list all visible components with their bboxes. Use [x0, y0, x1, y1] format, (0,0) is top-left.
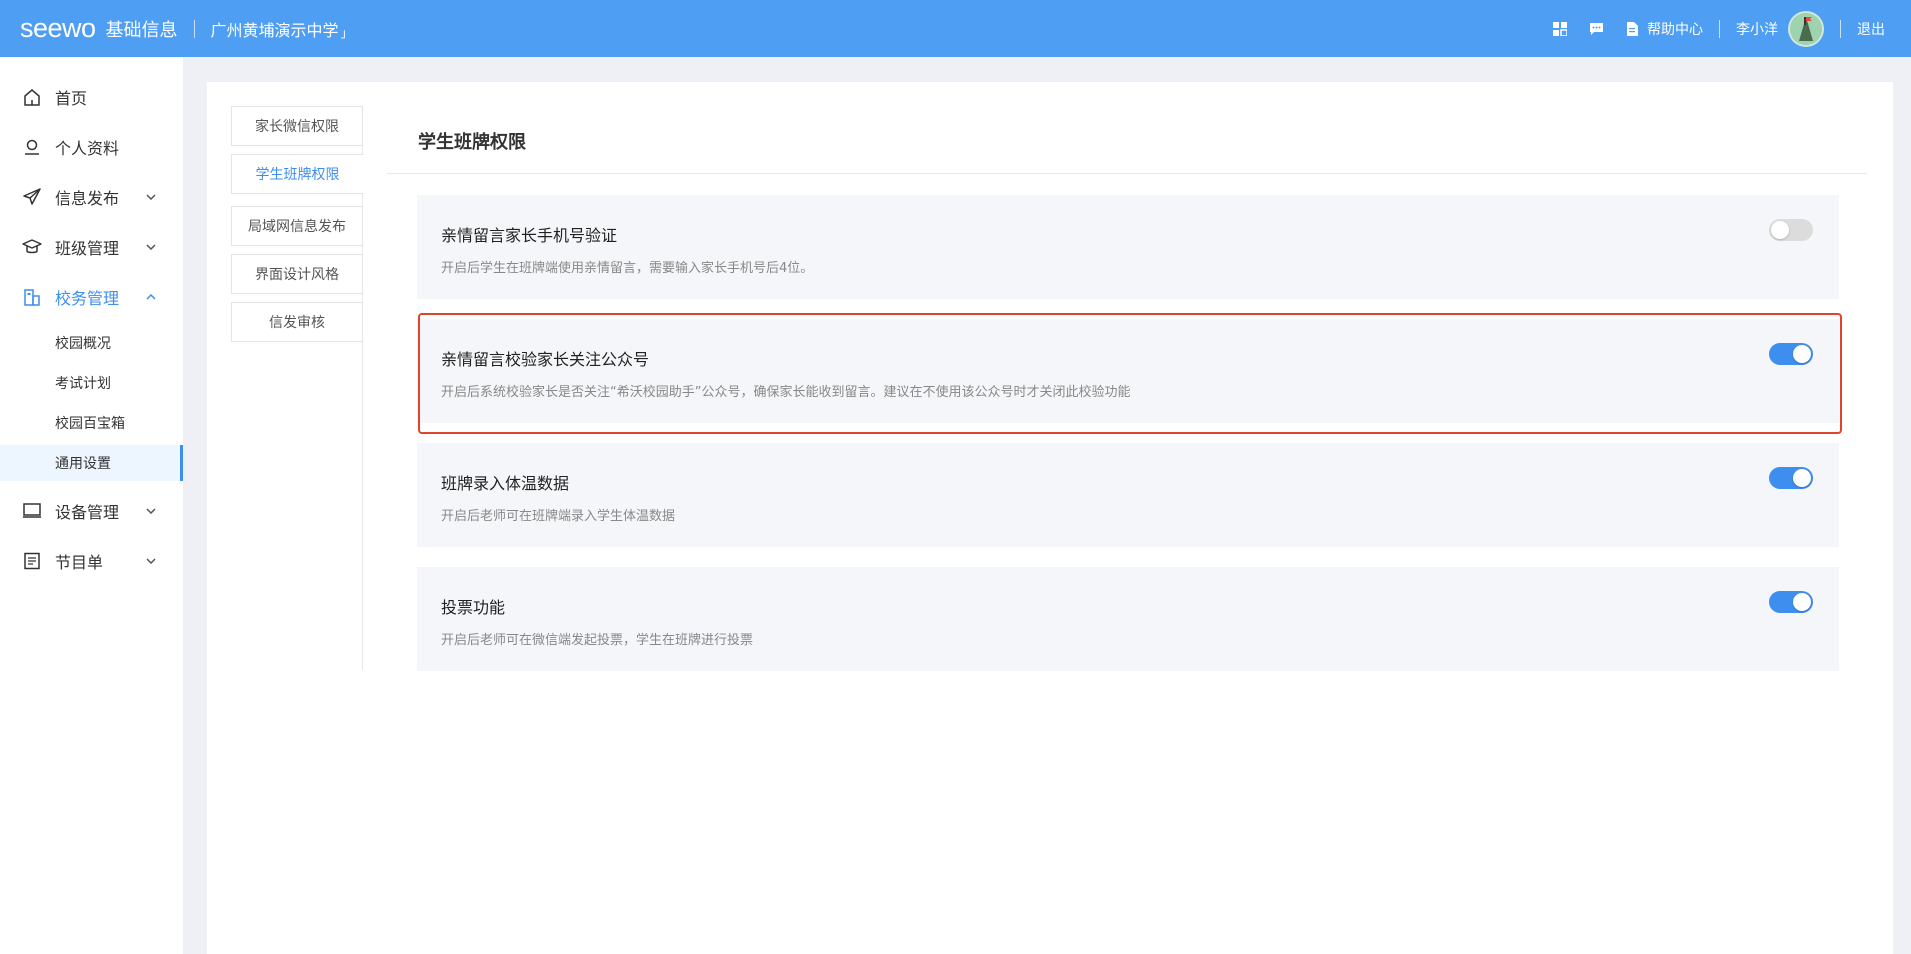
toggle-knob [1793, 593, 1811, 611]
top-header: seewo 基础信息 广州黄埔演示中学 」 帮助中心 李小洋 退出 [0, 0, 1911, 57]
header-divider [1840, 19, 1841, 38]
setting-name: 亲情留言家长手机号验证 [441, 226, 618, 245]
sidebar-item-publish[interactable]: 信息发布 [0, 177, 183, 217]
home-icon [22, 87, 42, 107]
settings-tabs: 家长微信权限 学生班牌权限 局域网信息发布 界面设计风格 信发审核 [231, 106, 364, 670]
tab-ui-style[interactable]: 界面设计风格 [231, 254, 363, 294]
tab-parent-wechat[interactable]: 家长微信权限 [231, 106, 363, 146]
sidebar-item-label: 节目单 [55, 553, 104, 572]
sidebar-subitem-label: 校园百宝箱 [55, 416, 125, 432]
document-icon[interactable] [1623, 20, 1641, 38]
sidebar-item-label: 信息发布 [55, 189, 120, 208]
toggle-knob [1793, 469, 1811, 487]
grid-icon[interactable] [1551, 20, 1569, 38]
sidebar-subitem-label: 通用设置 [55, 456, 111, 472]
sidebar-item-label: 设备管理 [55, 503, 120, 522]
setting-name: 投票功能 [441, 598, 506, 617]
logout-link[interactable]: 退出 [1857, 19, 1885, 39]
content-panel: 家长微信权限 学生班牌权限 局域网信息发布 界面设计风格 信发审核 学生班牌权限… [207, 82, 1893, 954]
school-building-icon [22, 287, 42, 307]
tab-lan-publish[interactable]: 局域网信息发布 [231, 206, 363, 246]
setting-desc: 开启后老师可在微信端发起投票，学生在班牌进行投票 [441, 633, 754, 648]
sidebar-subitem-campus-overview[interactable]: 校园概况 [0, 325, 183, 361]
laptop-icon [22, 501, 42, 521]
toggle-switch[interactable] [1769, 467, 1813, 489]
setting-card-official-account-check: 亲情留言校验家长关注公众号 开启后系统校验家长是否关注“希沃校园助手”公众号，确… [417, 319, 1839, 423]
sidebar-subitem-general-settings[interactable]: 通用设置 [0, 445, 183, 481]
setting-desc: 开启后学生在班牌端使用亲情留言，需要输入家长手机号后4位。 [441, 261, 814, 276]
chevron-down-icon [145, 555, 157, 567]
sidebar-item-home[interactable]: 首页 [0, 77, 183, 117]
school-name: 广州黄埔演示中学 [210, 20, 339, 40]
setting-name: 班牌录入体温数据 [441, 474, 570, 493]
toggle-switch[interactable] [1769, 219, 1813, 241]
user-icon [22, 137, 42, 157]
sidebar-subitem-label: 校园概况 [55, 336, 111, 352]
school-mark: 」 [340, 26, 353, 40]
toggle-knob [1793, 345, 1811, 363]
sidebar-item-profile[interactable]: 个人资料 [0, 127, 183, 167]
sidebar-item-devices[interactable]: 设备管理 [0, 491, 183, 531]
page-title: 学生班牌权限 [418, 132, 526, 153]
setting-card-phone-verify: 亲情留言家长手机号验证 开启后学生在班牌端使用亲情留言，需要输入家长手机号后4位… [417, 195, 1839, 299]
sidebar-subitem-campus-toolbox[interactable]: 校园百宝箱 [0, 405, 183, 441]
tab-student-classboard[interactable]: 学生班牌权限 [231, 154, 364, 194]
tab-publish-review[interactable]: 信发审核 [231, 302, 363, 342]
title-divider [387, 173, 1867, 174]
toggle-switch[interactable] [1769, 343, 1813, 365]
toggle-switch[interactable] [1769, 591, 1813, 613]
sidebar-subitem-exam-plan[interactable]: 考试计划 [0, 365, 183, 401]
chevron-down-icon [145, 191, 157, 203]
message-icon[interactable] [1587, 20, 1605, 38]
send-icon [22, 187, 42, 207]
setting-card-temperature: 班牌录入体温数据 开启后老师可在班牌端录入学生体温数据 [417, 443, 1839, 547]
sidebar-item-label: 个人资料 [55, 139, 120, 158]
setting-name: 亲情留言校验家长关注公众号 [441, 350, 650, 369]
sidebar-item-class[interactable]: 班级管理 [0, 227, 183, 267]
setting-desc: 开启后系统校验家长是否关注“希沃校园助手”公众号，确保家长能收到留言。建议在不使… [441, 385, 1131, 400]
chevron-up-icon [145, 291, 157, 303]
graduation-cap-icon [22, 237, 42, 257]
app-title: 基础信息 [105, 19, 178, 41]
chevron-down-icon [145, 241, 157, 253]
chevron-down-icon [145, 505, 157, 517]
sidebar-item-school-affairs[interactable]: 校务管理 [0, 277, 183, 317]
sidebar: 首页 个人资料 信息发布 班级管理 校务管理 校园概况 考试计划 校园百宝箱 通… [0, 57, 183, 954]
sidebar-subitem-label: 考试计划 [55, 376, 111, 392]
help-center-link[interactable]: 帮助中心 [1647, 19, 1703, 39]
header-divider [193, 19, 195, 38]
setting-desc: 开启后老师可在班牌端录入学生体温数据 [441, 509, 676, 524]
sidebar-item-program-list[interactable]: 节目单 [0, 541, 183, 581]
list-doc-icon [22, 551, 42, 571]
avatar[interactable] [1788, 10, 1824, 47]
sidebar-item-label: 首页 [55, 89, 88, 108]
header-divider [1719, 19, 1720, 38]
username[interactable]: 李小洋 [1736, 19, 1778, 39]
header-right: 帮助中心 李小洋 退出 [1533, 10, 1885, 47]
toggle-knob [1771, 221, 1789, 239]
sidebar-item-label: 校务管理 [55, 289, 120, 308]
setting-card-voting: 投票功能 开启后老师可在微信端发起投票，学生在班牌进行投票 [417, 567, 1839, 671]
seewo-logo[interactable]: seewo [20, 13, 96, 44]
sidebar-item-label: 班级管理 [55, 239, 120, 258]
